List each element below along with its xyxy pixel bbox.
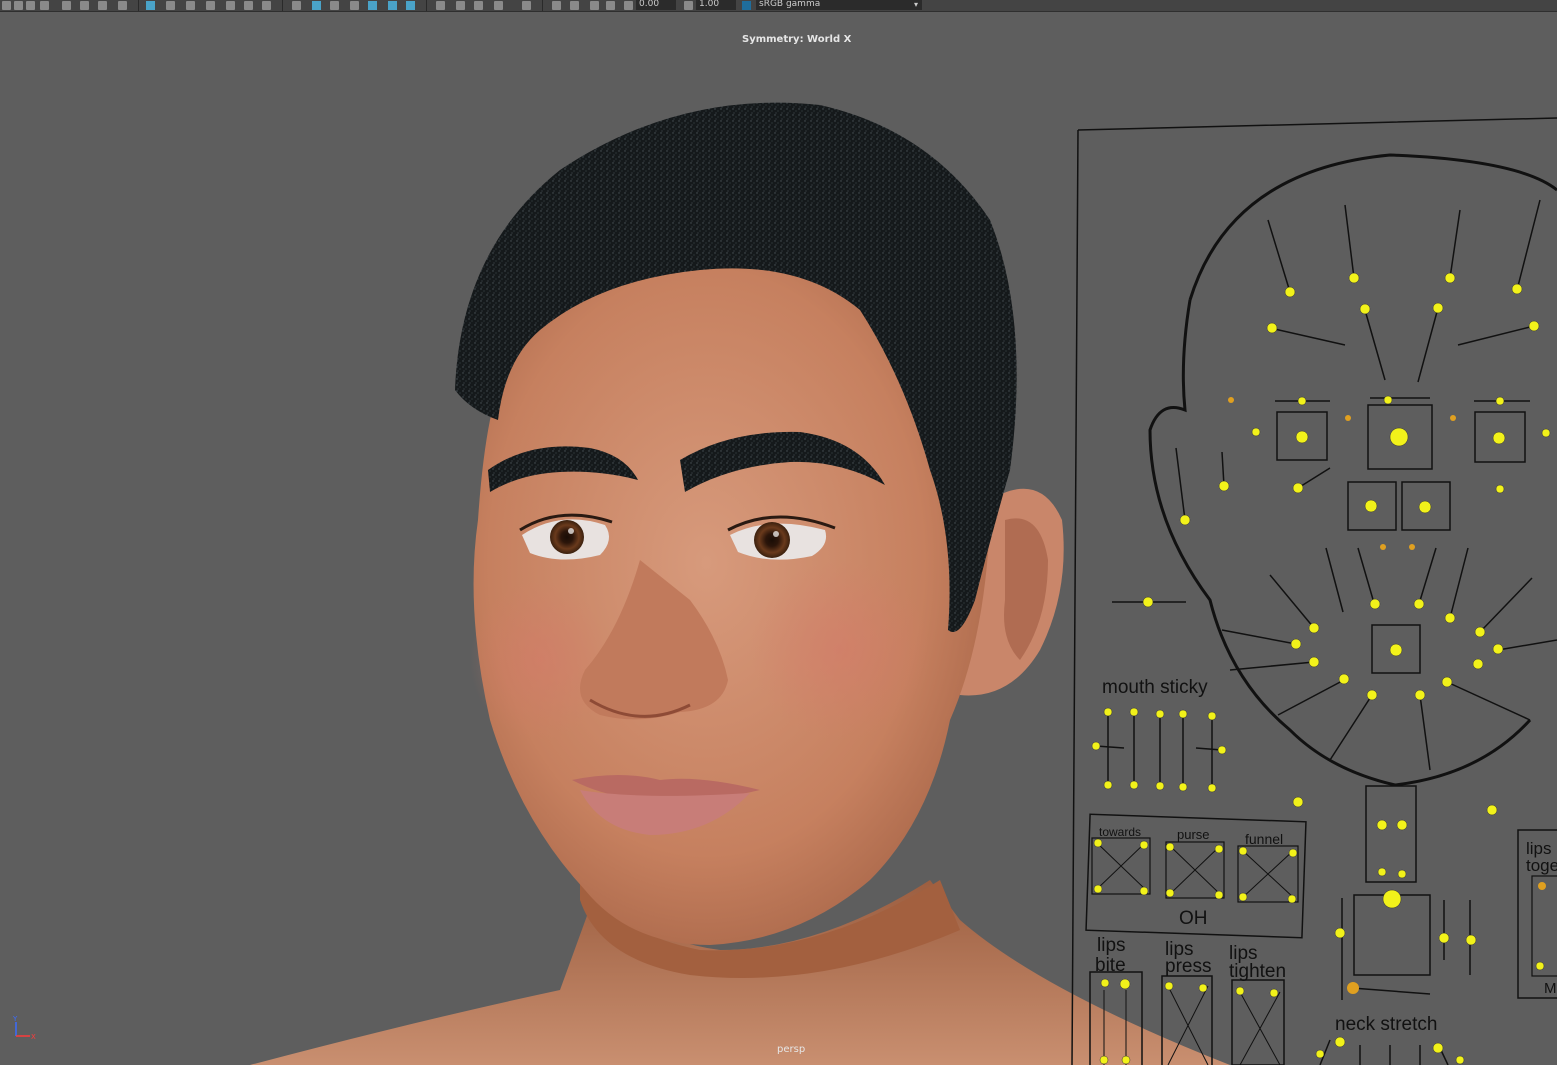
lips-press-label-line2: press (1165, 956, 1211, 977)
grid-icon[interactable] (146, 1, 155, 10)
lips-bite-label-line1: lips (1097, 935, 1126, 956)
3d-viewport[interactable]: mouth sticky towards purse funnel OH lip… (0, 12, 1557, 1065)
lips-tighten-label-line2: tighten (1229, 961, 1286, 982)
gate-mask-icon[interactable] (350, 1, 359, 10)
color-space-value: sRGB gamma (759, 0, 821, 9)
axis-x-label: X (31, 1033, 36, 1041)
gamma-icon[interactable] (684, 1, 693, 10)
playblast-icon[interactable] (456, 1, 465, 10)
lips-bite-label-line2: bite (1095, 955, 1126, 976)
camera-name: persp (777, 1044, 806, 1055)
viewport-toolbar: 0.00 1.00 sRGB gamma ▾ (0, 0, 1557, 12)
gamma-field[interactable]: 1.00 (696, 0, 736, 10)
camera-icon[interactable] (40, 1, 49, 10)
wireframe-icon[interactable] (166, 1, 175, 10)
chevron-down-icon: ▾ (913, 0, 918, 9)
character-head-model[interactable] (250, 102, 1230, 1065)
depth-of-field-icon[interactable] (552, 1, 561, 10)
smooth-shade-icon[interactable] (186, 1, 195, 10)
axis-gizmo: Y X (12, 1015, 36, 1041)
safe-title-icon[interactable] (590, 1, 599, 10)
oh-label: OH (1179, 908, 1208, 929)
motion-blur-icon[interactable] (494, 1, 503, 10)
color-management-icon[interactable] (742, 1, 751, 10)
highlight-icon[interactable] (388, 1, 397, 10)
exposure-field[interactable]: 0.00 (636, 0, 676, 10)
neck-stretch-label: neck stretch (1335, 1014, 1437, 1035)
color-space-select[interactable]: sRGB gamma ▾ (756, 0, 922, 10)
lasso-icon[interactable] (14, 1, 23, 10)
antialiasing-icon[interactable] (522, 1, 531, 10)
snapshot-icon[interactable] (436, 1, 445, 10)
scale-icon[interactable] (118, 1, 127, 10)
camera-attributes-icon[interactable] (406, 1, 415, 10)
towards-label: towards (1099, 825, 1141, 839)
move-icon[interactable] (80, 1, 89, 10)
face-rig-panel[interactable] (1071, 117, 1557, 1065)
resolution-gate-icon[interactable] (330, 1, 339, 10)
lips-together-label-line2: toge (1526, 856, 1557, 875)
safe-action-icon[interactable] (570, 1, 579, 10)
field-chart-icon[interactable] (606, 1, 615, 10)
mouth-sticky-label: mouth sticky (1102, 677, 1208, 698)
textured-icon[interactable] (206, 1, 215, 10)
rotate-icon[interactable] (98, 1, 107, 10)
axis-y-label: Y (12, 1015, 18, 1023)
purse-label: purse (1177, 827, 1210, 842)
film-gate-icon[interactable] (368, 1, 377, 10)
exposure-icon[interactable] (624, 1, 633, 10)
xray-icon[interactable] (292, 1, 301, 10)
shadows-icon[interactable] (244, 1, 253, 10)
partial-m-label: M (1544, 980, 1557, 997)
lights-icon[interactable] (226, 1, 235, 10)
ambient-occlusion-icon[interactable] (474, 1, 483, 10)
select-tool-icon[interactable] (2, 1, 11, 10)
funnel-label: funnel (1245, 831, 1283, 847)
paint-select-icon[interactable] (26, 1, 35, 10)
hud-icon[interactable] (312, 1, 321, 10)
symmetry-status: Symmetry: World X (742, 34, 852, 45)
bookmark-icon[interactable] (62, 1, 71, 10)
isolate-icon[interactable] (262, 1, 271, 10)
face-rig-controls[interactable] (1091, 272, 1551, 1065)
